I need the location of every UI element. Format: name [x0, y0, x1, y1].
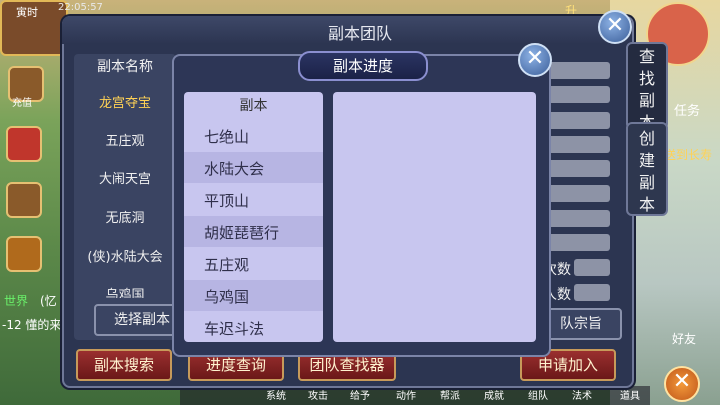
tab-create-dungeon[interactable]: 创建副本 — [626, 122, 668, 216]
clock-text: 22:05:57 — [58, 2, 103, 13]
menu-achievement[interactable]: 成就 — [484, 387, 504, 402]
dungeon-list-item[interactable]: 乌鸡国 — [74, 284, 176, 298]
menu-guild[interactable]: 帮派 — [440, 387, 460, 402]
progress-list-item[interactable]: 七绝山 — [184, 120, 323, 151]
menu-spell[interactable]: 法术 — [572, 387, 592, 402]
progress-item-label: 乌鸡国 — [204, 288, 250, 306]
chat-line-1: (忆 — [40, 294, 57, 308]
menu-action[interactable]: 动作 — [396, 387, 416, 402]
dungeon-list-header: 副本名称 — [97, 59, 153, 75]
progress-list-item[interactable]: 平顶山 — [184, 184, 323, 215]
chat-line-2: -12 懂的来 — [2, 318, 62, 332]
tab-find-dungeon-label: 查找副本 — [638, 47, 655, 132]
menu-items[interactable]: 道具 — [620, 387, 640, 402]
progress-list-item[interactable]: 乌鸡国 — [184, 280, 323, 311]
progress-list-item[interactable]: 胡姬琵琶行 — [184, 216, 323, 247]
task-hint[interactable]: 送到长寿 — [664, 146, 712, 163]
progress-item-label: 水陆大会 — [204, 160, 265, 178]
tab-create-dungeon-label: 创建副本 — [638, 129, 655, 214]
info-field — [544, 185, 610, 202]
menu-give[interactable]: 给予 — [350, 387, 370, 402]
progress-list-item[interactable]: 车迟斗法 — [184, 312, 323, 342]
time-label: 寅时 — [16, 6, 38, 19]
dungeon-search-button[interactable]: 副本搜索 — [76, 349, 172, 381]
dungeon-list-item[interactable]: 五庄观 — [74, 130, 176, 149]
menu-attack[interactable]: 攻击 — [308, 387, 328, 402]
progress-list-item[interactable]: 水陆大会 — [184, 152, 323, 183]
count-field — [574, 259, 610, 276]
progress-item-label: 七绝山 — [204, 128, 250, 146]
tab-find-dungeon[interactable]: 查找副本 — [626, 42, 668, 132]
progress-list-header: 副本 — [239, 98, 268, 114]
chat-bubble-icon[interactable] — [6, 236, 42, 272]
progress-close-icon[interactable]: ✕ — [518, 43, 552, 77]
progress-dialog-title: 副本进度 — [332, 57, 393, 75]
dungeon-list-item[interactable]: 无底洞 — [74, 207, 176, 226]
team-purpose-button[interactable]: 队宗旨 — [540, 308, 622, 340]
menu-team[interactable]: 组队 — [528, 387, 548, 402]
info-field — [544, 86, 610, 103]
progress-detail-panel — [333, 92, 536, 342]
info-field — [544, 62, 610, 79]
info-field — [544, 160, 610, 177]
dungeon-list-item[interactable]: 大闹天宫 — [74, 168, 176, 187]
menu-system[interactable]: 系统 — [266, 387, 286, 402]
friend-label[interactable]: 好友 — [672, 330, 696, 347]
reward-icon[interactable] — [6, 182, 42, 218]
progress-item-label: 平顶山 — [204, 192, 250, 210]
dungeon-list-item[interactable]: 龙宫夺宝 — [74, 92, 176, 111]
progress-item-label: 五庄观 — [204, 256, 250, 274]
recharge-label: 充值 — [12, 98, 32, 109]
main-close-icon[interactable]: ✕ — [664, 366, 700, 402]
team-close-icon[interactable]: ✕ — [598, 10, 632, 44]
world-chat-tag[interactable]: 世界 — [4, 292, 28, 309]
progress-item-label: 胡姬琵琶行 — [204, 224, 280, 242]
info-field — [544, 210, 610, 227]
info-field — [544, 234, 610, 251]
progress-list-item[interactable]: 五庄观 — [184, 248, 323, 279]
dungeon-list-item[interactable]: (侠)水陆大会 — [74, 246, 176, 265]
info-field — [544, 112, 610, 129]
members-field — [574, 284, 610, 301]
event-icon[interactable] — [6, 126, 42, 162]
task-label[interactable]: 任务 — [674, 100, 700, 119]
info-field — [544, 136, 610, 153]
progress-item-label: 车迟斗法 — [204, 320, 265, 338]
